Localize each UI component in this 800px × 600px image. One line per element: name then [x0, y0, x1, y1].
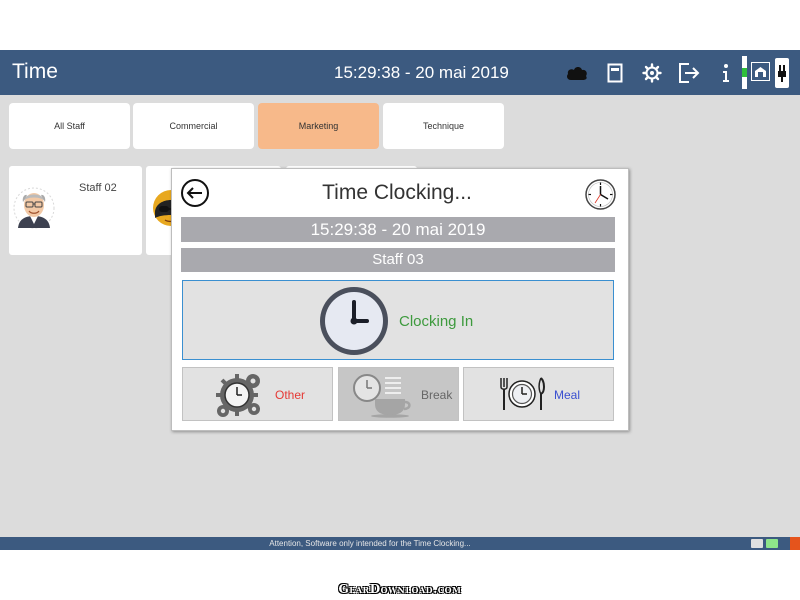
watermark: GearDownload.com — [338, 582, 462, 596]
monitor-icon — [766, 539, 778, 548]
meal-clock-icon — [500, 377, 545, 410]
app-title: Time — [12, 60, 58, 83]
tab-all-staff[interactable]: All Staff — [9, 103, 130, 149]
footer-bar: Attention, Software only intended for th… — [0, 537, 800, 550]
status-indicator — [742, 56, 747, 89]
staff-card[interactable]: Staff 02 — [9, 166, 142, 255]
other-button[interactable]: Other — [182, 367, 333, 421]
clocking-in-label: Clocking In — [399, 313, 474, 330]
network-icon[interactable] — [751, 62, 770, 81]
break-label: Break — [421, 388, 453, 402]
break-button[interactable]: Break — [338, 367, 459, 421]
wall-clock-icon — [585, 179, 616, 210]
footer-message: Attention, Software only intended for th… — [269, 539, 471, 548]
status-indicator — [790, 537, 800, 550]
coffee-break-icon — [353, 374, 411, 418]
clock-icon — [320, 287, 388, 355]
header-bar: Time 15:29:38 - 20 mai 2019 — [0, 50, 800, 95]
notebook-icon[interactable] — [603, 62, 627, 84]
dialog-datetime: 15:29:38 - 20 mai 2019 — [181, 217, 615, 242]
dialog-title: Time Clocking... — [322, 181, 472, 204]
info-icon[interactable] — [716, 62, 736, 84]
power-plug-icon[interactable] — [775, 58, 789, 88]
cloud-icon[interactable] — [565, 62, 589, 84]
monitor-icon — [751, 539, 763, 548]
gear-icon[interactable] — [640, 62, 664, 84]
meal-button[interactable]: Meal — [463, 367, 614, 421]
tab-technique[interactable]: Technique — [383, 103, 504, 149]
clocking-in-button[interactable]: Clocking In — [182, 280, 614, 360]
dialog-staff-name: Staff 03 — [181, 248, 615, 272]
header-datetime: 15:29:38 - 20 mai 2019 — [334, 63, 509, 82]
time-clocking-dialog: Time Clocking... 15:29:38 - 20 mai 2019 … — [171, 168, 629, 431]
app-window: Time 15:29:38 - 20 mai 2019 All Staff Co… — [0, 50, 800, 550]
gears-clock-icon — [216, 374, 260, 417]
logout-icon[interactable] — [677, 62, 701, 84]
staff-name: Staff 02 — [79, 182, 117, 194]
meal-label: Meal — [554, 388, 581, 402]
other-label: Other — [275, 388, 306, 402]
avatar — [13, 187, 55, 229]
tab-marketing[interactable]: Marketing — [258, 103, 379, 149]
tab-commercial[interactable]: Commercial — [133, 103, 254, 149]
